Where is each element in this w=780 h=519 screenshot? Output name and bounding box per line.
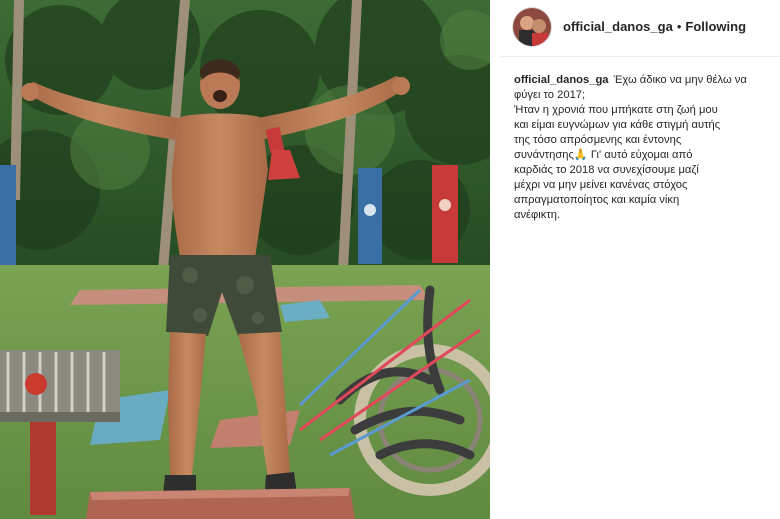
- caption-line: συνάντησης🙏 Γι' αυτό εύχομαι από: [514, 149, 693, 161]
- red-flag: [432, 165, 458, 263]
- caption-line: καρδιάς το 2018 να συνεχίσουμε μαζί: [514, 164, 699, 176]
- caption-line: μέχρι να μην μείνει κανένας στόχος: [514, 179, 688, 191]
- post-photo[interactable]: [0, 0, 490, 519]
- author-username[interactable]: official_danos_ga: [563, 19, 673, 34]
- post-sidebar: official_danos_ga • Following official_dan…: [500, 0, 780, 519]
- caption-line: ανέφικτη.: [514, 209, 561, 221]
- caption-line: και είμαι ευγνώμων για κάθε στιγμή αυτής: [514, 119, 721, 131]
- caption-username[interactable]: official_danos_ga: [514, 74, 609, 86]
- caption-line: Ήταν η χρονιά που μπήκατε στη ζωή μου: [514, 104, 718, 116]
- following-button[interactable]: Following: [685, 19, 746, 34]
- caption-line: απραγματοποίητος και καμία νίκη: [514, 194, 680, 206]
- avatar-image: [513, 8, 551, 46]
- header-text: official_danos_ga • Following: [563, 19, 746, 34]
- post-header: official_danos_ga • Following: [500, 0, 780, 57]
- post-photo-scene: [0, 0, 490, 519]
- caption-line: της τόσο απρόσμενης και έντονης: [514, 134, 682, 146]
- header-separator: •: [676, 19, 682, 34]
- blue-flag-left: [0, 165, 16, 270]
- avatar[interactable]: [513, 8, 551, 46]
- instagram-post: official_danos_ga • Following official_dan…: [0, 0, 780, 519]
- post-caption: official_danos_ga Έχω άδικο να μην θέλω …: [514, 73, 776, 223]
